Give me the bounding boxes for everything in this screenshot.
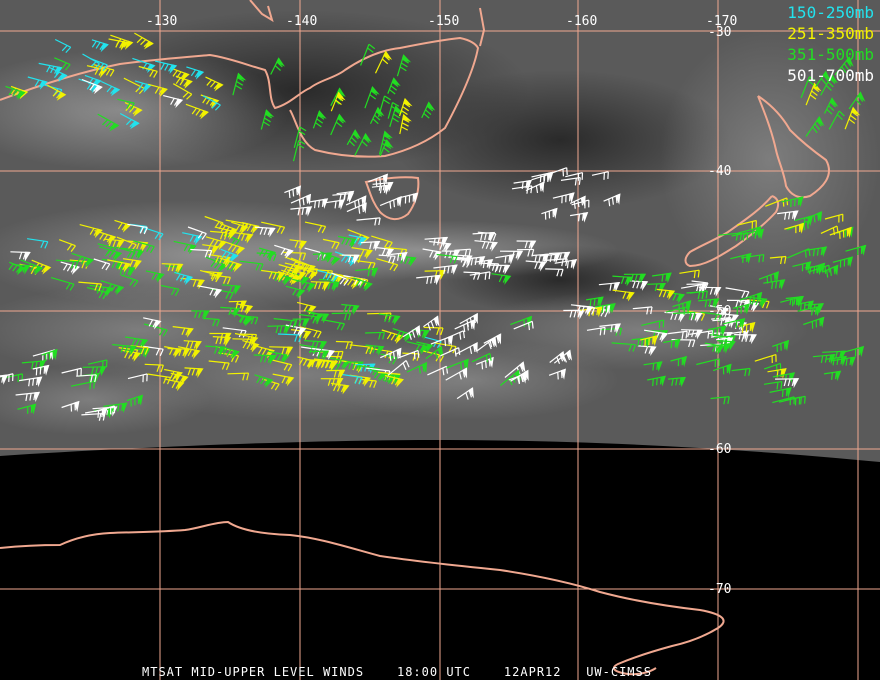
map-canvas: -130 -140 -150 -160 -170 -30 -40 -50 -60… (0, 0, 880, 680)
image-caption: MTSAT MID-UPPER LEVEL WINDS 18:00 UTC 12… (142, 665, 652, 679)
lat-label-70: -70 (708, 582, 731, 597)
lon-label-150: -150 (428, 14, 459, 29)
caption-product: MTSAT MID-UPPER LEVEL WINDS (142, 665, 365, 679)
lon-label-160: -160 (566, 14, 597, 29)
satellite-wind-map: -130 -140 -150 -160 -170 -30 -40 -50 -60… (0, 0, 880, 680)
legend-item-501-700: 501-700mb (787, 66, 874, 85)
lon-label-140: -140 (286, 14, 317, 29)
lon-label-130: -130 (146, 14, 177, 29)
legend-item-150-250: 150-250mb (787, 3, 874, 22)
legend-item-251-350: 251-350mb (787, 24, 874, 43)
caption-time: 18:00 UTC (396, 665, 472, 679)
antarctica-coastline (0, 520, 725, 676)
lat-label-60: -60 (708, 442, 731, 457)
legend-item-351-500: 351-500mb (787, 45, 874, 64)
lat-label-30: -30 (708, 25, 731, 40)
pressure-legend: 150-250mb 251-350mb 351-500mb 501-700mb (787, 2, 874, 86)
caption-source: UW-CIMSS (586, 665, 652, 679)
lat-label-40: -40 (708, 164, 731, 179)
caption-date: 12APR12 (503, 665, 562, 679)
